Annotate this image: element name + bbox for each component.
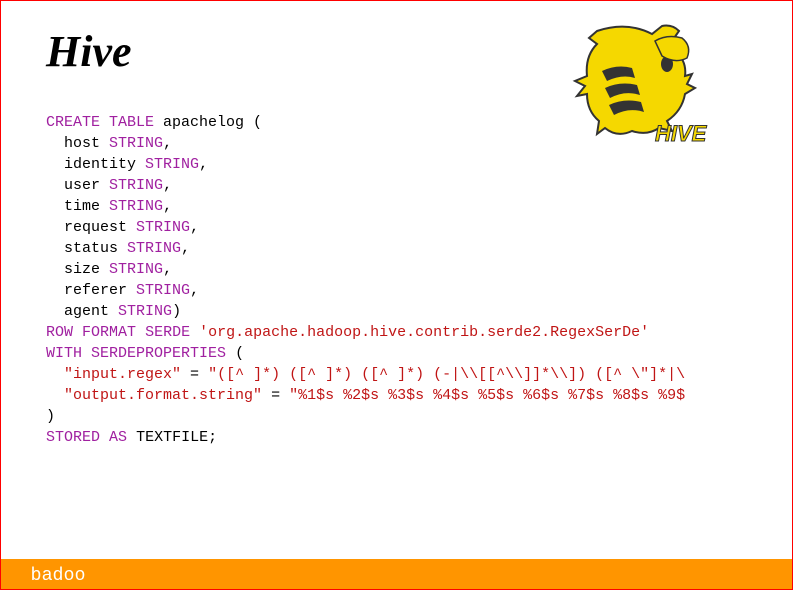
kw-with: WITH [46, 345, 82, 362]
kw-row: ROW [46, 324, 73, 341]
input-regex-key: "input.regex" [64, 366, 181, 383]
output-key: "output.format.string" [64, 387, 262, 404]
type: STRING [118, 303, 172, 320]
output-val: "%1$s %2$s %3$s %4$s %5$s %6$s %7$s %8$s… [289, 387, 685, 404]
sql-code-block: CREATE TABLE apachelog ( host STRING, id… [46, 112, 747, 448]
comma: , [190, 282, 199, 299]
kw-textfile: TEXTFILE; [136, 429, 217, 446]
comma: , [199, 156, 208, 173]
svg-text:HIVE: HIVE [655, 121, 708, 146]
type: STRING [136, 219, 190, 236]
kw-serde: SERDE [145, 324, 190, 341]
type: STRING [145, 156, 199, 173]
col-user: user [64, 177, 100, 194]
col-status: status [64, 240, 118, 257]
kw-serdeprops: SERDEPROPERTIES [91, 345, 226, 362]
type: STRING [136, 282, 190, 299]
type: STRING [109, 135, 163, 152]
col-host: host [64, 135, 100, 152]
comma: , [163, 261, 172, 278]
footer-bar: badoo [1, 559, 792, 589]
col-time: time [64, 198, 100, 215]
col-request: request [64, 219, 127, 236]
paren: ( [235, 345, 244, 362]
kw-create: CREATE TABLE [46, 114, 154, 131]
comma: , [190, 219, 199, 236]
type: STRING [109, 177, 163, 194]
kw-format: FORMAT [82, 324, 136, 341]
comma: , [163, 177, 172, 194]
type: STRING [109, 261, 163, 278]
serde-class: 'org.apache.hadoop.hive.contrib.serde2.R… [199, 324, 649, 341]
eq: = [181, 366, 208, 383]
type: STRING [127, 240, 181, 257]
table-name: apachelog ( [163, 114, 262, 131]
eq: = [262, 387, 289, 404]
input-regex-val: "([^ ]*) ([^ ]*) ([^ ]*) (-|\\[[^\\]]*\\… [208, 366, 685, 383]
kw-as: AS [109, 429, 127, 446]
col-size: size [64, 261, 100, 278]
hive-logo: HIVE [567, 16, 727, 156]
type: STRING [109, 198, 163, 215]
col-agent: agent [64, 303, 109, 320]
paren: ) [172, 303, 181, 320]
kw-stored: STORED [46, 429, 100, 446]
comma: , [163, 135, 172, 152]
comma: , [181, 240, 190, 257]
comma: , [163, 198, 172, 215]
col-identity: identity [64, 156, 136, 173]
col-referer: referer [64, 282, 127, 299]
badoo-logo: badoo [31, 564, 86, 585]
paren: ) [46, 408, 55, 425]
